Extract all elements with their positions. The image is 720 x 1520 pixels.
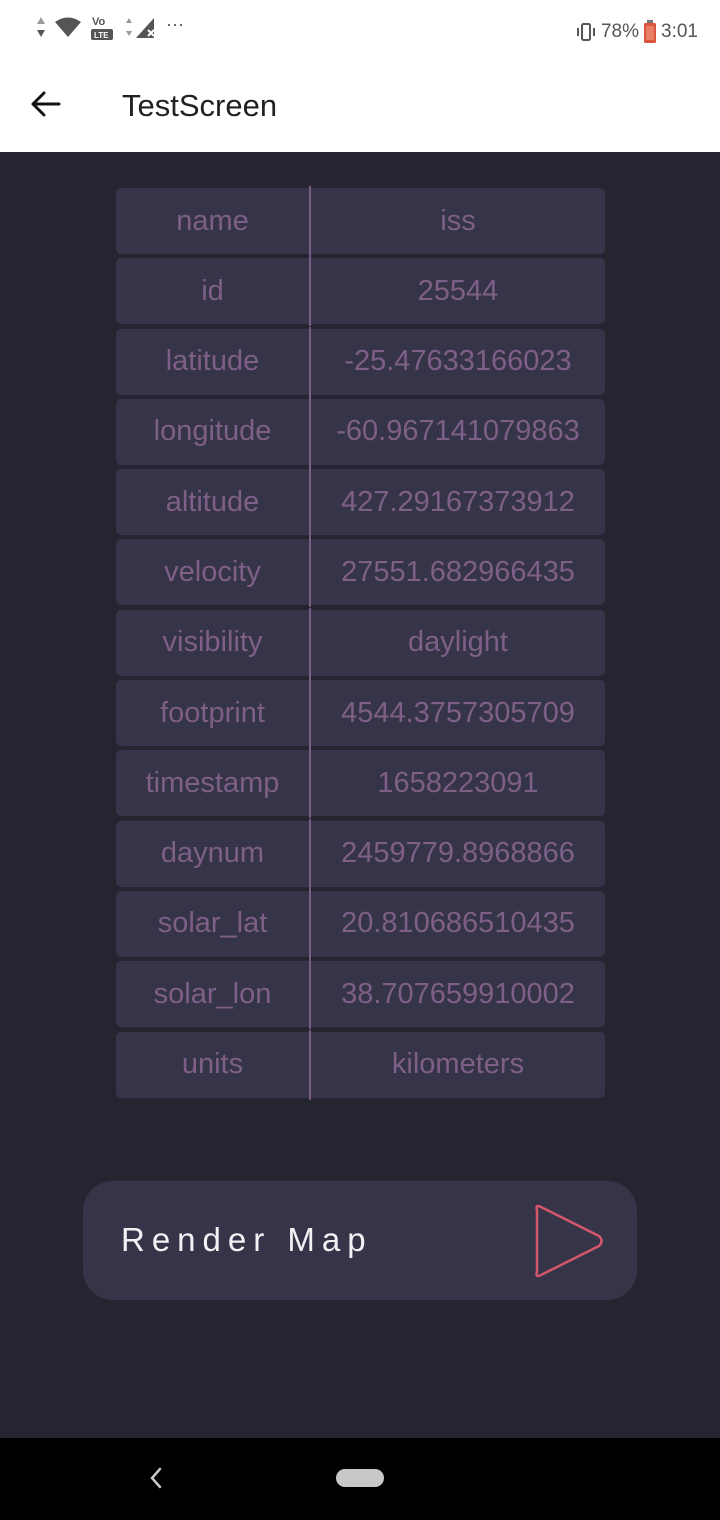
row-value: 20.810686510435 (341, 907, 575, 940)
volte-icon: Vo LTE (91, 16, 113, 40)
clock: 3:01 (661, 21, 698, 42)
nav-back-icon[interactable] (146, 1465, 166, 1491)
table-row: footprint 4544.3757305709 (116, 678, 605, 749)
more-notifications-icon: ··· (166, 13, 184, 34)
table-row: name iss (116, 186, 605, 256)
row-key: altitude (165, 485, 260, 518)
row-value: 25544 (417, 274, 499, 307)
table-row: longitude -60.967141079863 (116, 396, 605, 467)
system-nav-bar (0, 1438, 720, 1520)
row-key: solar_lon (153, 977, 272, 1010)
row-key: velocity (164, 555, 261, 588)
row-value: kilometers (391, 1048, 525, 1081)
status-right-icons: 78% 3:01 (575, 20, 698, 44)
table-row: solar_lon 38.707659910002 (116, 959, 605, 1030)
row-key: name (176, 204, 249, 237)
render-map-label: Render Map (121, 1221, 373, 1258)
row-value: 4544.3757305709 (341, 696, 575, 729)
data-arrows-icon (37, 17, 45, 37)
table-row: solar_lat 20.810686510435 (116, 888, 605, 959)
table-row: visibility daylight (116, 607, 605, 678)
svg-text:LTE: LTE (94, 31, 109, 40)
wifi-icon (55, 17, 81, 37)
row-key: latitude (165, 345, 260, 378)
row-key: longitude (153, 415, 272, 448)
row-key: footprint (160, 696, 265, 729)
battery-icon (644, 20, 657, 43)
row-key: solar_lat (157, 907, 268, 940)
row-value: 27551.682966435 (341, 555, 575, 588)
row-key: id (201, 274, 224, 307)
table-row: velocity 27551.682966435 (116, 537, 605, 608)
iss-data-table: name iss id 25544 latitude -25.476331660… (116, 186, 605, 1102)
vibrate-icon (576, 23, 595, 41)
row-value: -25.47633166023 (344, 345, 572, 378)
nav-home-pill[interactable] (336, 1469, 384, 1487)
app-bar: TestScreen (0, 62, 720, 152)
row-value: 2459779.8968866 (341, 837, 575, 870)
row-value: -60.967141079863 (336, 415, 580, 448)
play-icon (535, 1204, 603, 1278)
status-left-icons: Vo LTE ··· (36, 12, 184, 42)
status-bar: Vo LTE ··· 78% 3:01 (0, 0, 720, 62)
row-key: daynum (160, 837, 265, 870)
main-content: name iss id 25544 latitude -25.476331660… (0, 152, 720, 1438)
row-value: daylight (408, 626, 508, 659)
row-key: units (181, 1048, 244, 1081)
table-row: timestamp 1658223091 (116, 748, 605, 819)
svg-text:Vo: Vo (92, 16, 106, 28)
table-row: units kilometers (116, 1029, 605, 1100)
back-button[interactable] (28, 86, 64, 122)
battery-percent: 78% (600, 21, 640, 42)
row-value: 1658223091 (377, 766, 539, 799)
row-value: iss (440, 204, 476, 237)
signal-icon (126, 18, 155, 38)
table-row: altitude 427.29167373912 (116, 467, 605, 538)
table-row: id 25544 (116, 256, 605, 327)
table-row: daynum 2459779.8968866 (116, 818, 605, 889)
table-row: latitude -25.47633166023 (116, 326, 605, 397)
row-key: timestamp (145, 766, 280, 799)
render-map-button[interactable]: Render Map (83, 1181, 637, 1300)
arrow-left-icon (31, 91, 61, 117)
page-title: TestScreen (122, 88, 278, 123)
row-key: visibility (162, 626, 263, 659)
row-value: 38.707659910002 (341, 977, 575, 1010)
row-value: 427.29167373912 (341, 485, 575, 518)
